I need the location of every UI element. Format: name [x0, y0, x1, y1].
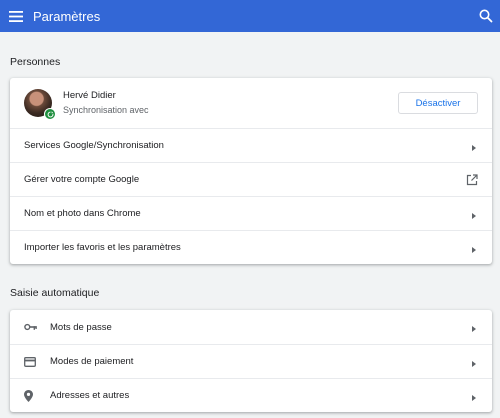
search-icon[interactable]	[478, 8, 494, 24]
row-label: Gérer votre compte Google	[24, 174, 140, 185]
deactivate-button[interactable]: Désactiver	[398, 92, 478, 114]
row-label: Adresses et autres	[50, 390, 130, 401]
row-label: Modes de paiement	[50, 356, 134, 367]
avatar	[24, 89, 56, 120]
arrow-right-icon	[472, 324, 476, 335]
arrow-right-icon	[472, 393, 476, 404]
row-name-photo-chrome[interactable]: Nom et photo dans Chrome	[10, 196, 492, 230]
row-addresses[interactable]: Adresses et autres	[10, 378, 492, 412]
page-title: Paramètres	[33, 8, 101, 24]
hamburger-menu-icon[interactable]	[7, 0, 25, 32]
row-google-sync[interactable]: Services Google/Synchronisation	[10, 128, 492, 162]
arrow-right-icon	[472, 211, 476, 222]
key-icon	[24, 323, 38, 331]
row-label: Services Google/Synchronisation	[24, 140, 164, 151]
people-card: Hervé Didier Synchronisation avec Désact…	[10, 78, 492, 264]
profile-name: Hervé Didier	[63, 90, 116, 101]
row-label: Mots de passe	[50, 321, 112, 333]
row-manage-google-account[interactable]: Gérer votre compte Google	[10, 162, 492, 196]
arrow-right-icon	[472, 245, 476, 256]
sync-badge-icon	[44, 108, 56, 120]
credit-card-icon	[24, 356, 38, 367]
section-title-autofill: Saisie automatique	[10, 287, 100, 299]
sync-status: Synchronisation avec	[63, 105, 149, 115]
location-pin-icon	[24, 389, 38, 402]
profile-row: Hervé Didier Synchronisation avec Désact…	[10, 78, 492, 128]
row-import-bookmarks[interactable]: Importer les favoris et les paramètres	[10, 230, 492, 264]
autofill-card: Mots de passe Modes de paiement Adresses…	[10, 310, 492, 412]
row-label: Nom et photo dans Chrome	[24, 208, 141, 219]
top-app-bar: Paramètres	[0, 0, 500, 32]
row-label: Importer les favoris et les paramètres	[24, 242, 181, 253]
row-payment-methods[interactable]: Modes de paiement	[10, 344, 492, 378]
section-title-people: Personnes	[10, 56, 61, 68]
arrow-right-icon	[472, 359, 476, 370]
open-external-icon[interactable]	[466, 173, 478, 189]
row-passwords[interactable]: Mots de passe	[10, 310, 492, 344]
arrow-right-icon	[472, 143, 476, 154]
